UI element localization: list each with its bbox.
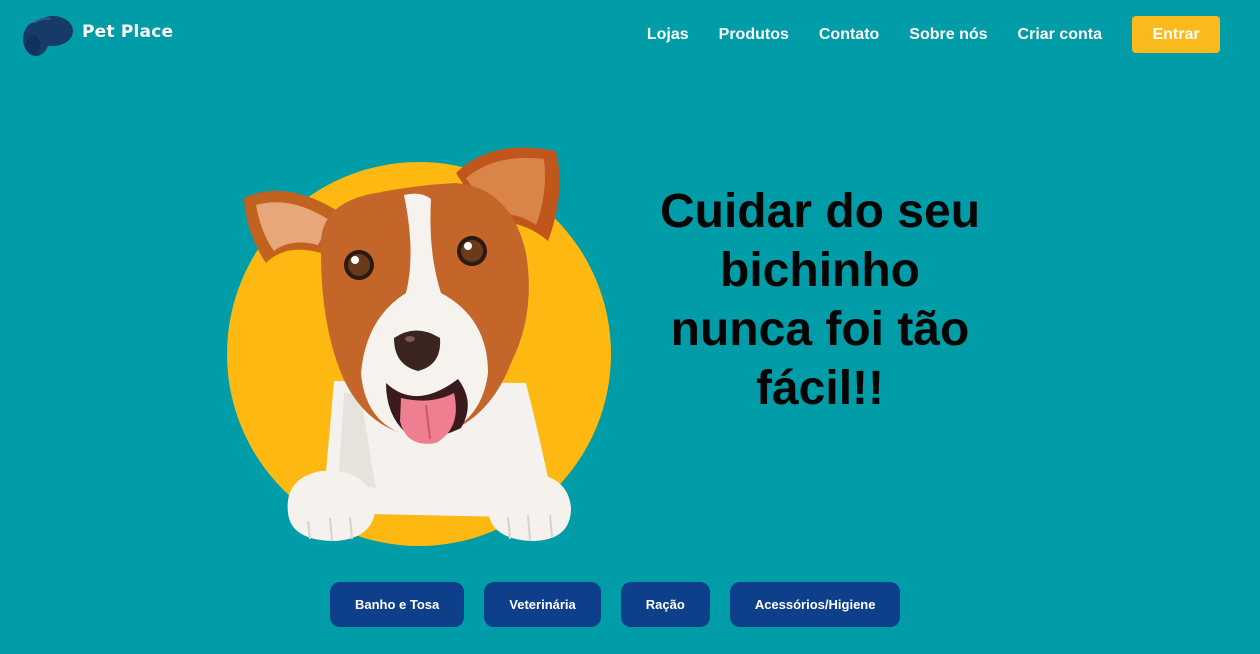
nav-link-produtos[interactable]: Produtos	[719, 17, 789, 53]
page: Pet Place Lojas Produtos Contato Sobre n…	[0, 0, 1260, 654]
headline-line-2: bichinho	[720, 244, 920, 297]
services-bar: Banho e Tosa Veterinária Ração Acessório…	[330, 582, 901, 627]
dog-illustration	[227, 147, 611, 546]
nav-link-sobre-nos[interactable]: Sobre nós	[909, 17, 987, 53]
service-button-racao[interactable]: Ração	[620, 582, 710, 627]
headline-line-3: nunca foi tão	[670, 303, 970, 356]
service-button-banho-e-tosa[interactable]: Banho e Tosa	[330, 582, 465, 627]
service-button-acessorios-higiene[interactable]: Acessórios/Higiene	[729, 582, 901, 627]
headline-line-4: fácil!!	[755, 362, 884, 415]
nav-link-contato[interactable]: Contato	[819, 17, 879, 53]
hero-headline: Cuidar do seu bichinho nunca foi tão fác…	[614, 182, 1026, 418]
dog-head-icon	[23, 16, 73, 56]
service-button-veterinaria[interactable]: Veterinária	[484, 582, 601, 627]
nav-link-criar-conta[interactable]: Criar conta	[1018, 17, 1102, 53]
headline-line-1: Cuidar do seu	[659, 185, 981, 238]
nav-link-lojas[interactable]: Lojas	[647, 17, 689, 53]
brand-name: Pet Place	[82, 22, 174, 42]
main-nav: Lojas Produtos Contato Sobre nós Criar c…	[647, 16, 1220, 53]
login-button[interactable]: Entrar	[1132, 16, 1220, 53]
brand-logo[interactable]: Pet Place	[22, 9, 173, 59]
